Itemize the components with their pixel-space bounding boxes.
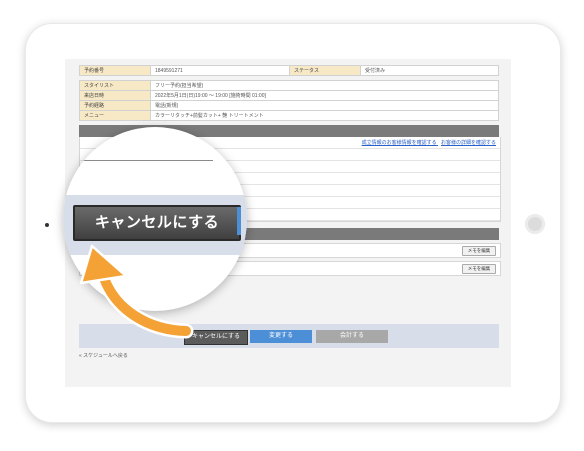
curved-arrow-icon bbox=[79, 244, 194, 339]
